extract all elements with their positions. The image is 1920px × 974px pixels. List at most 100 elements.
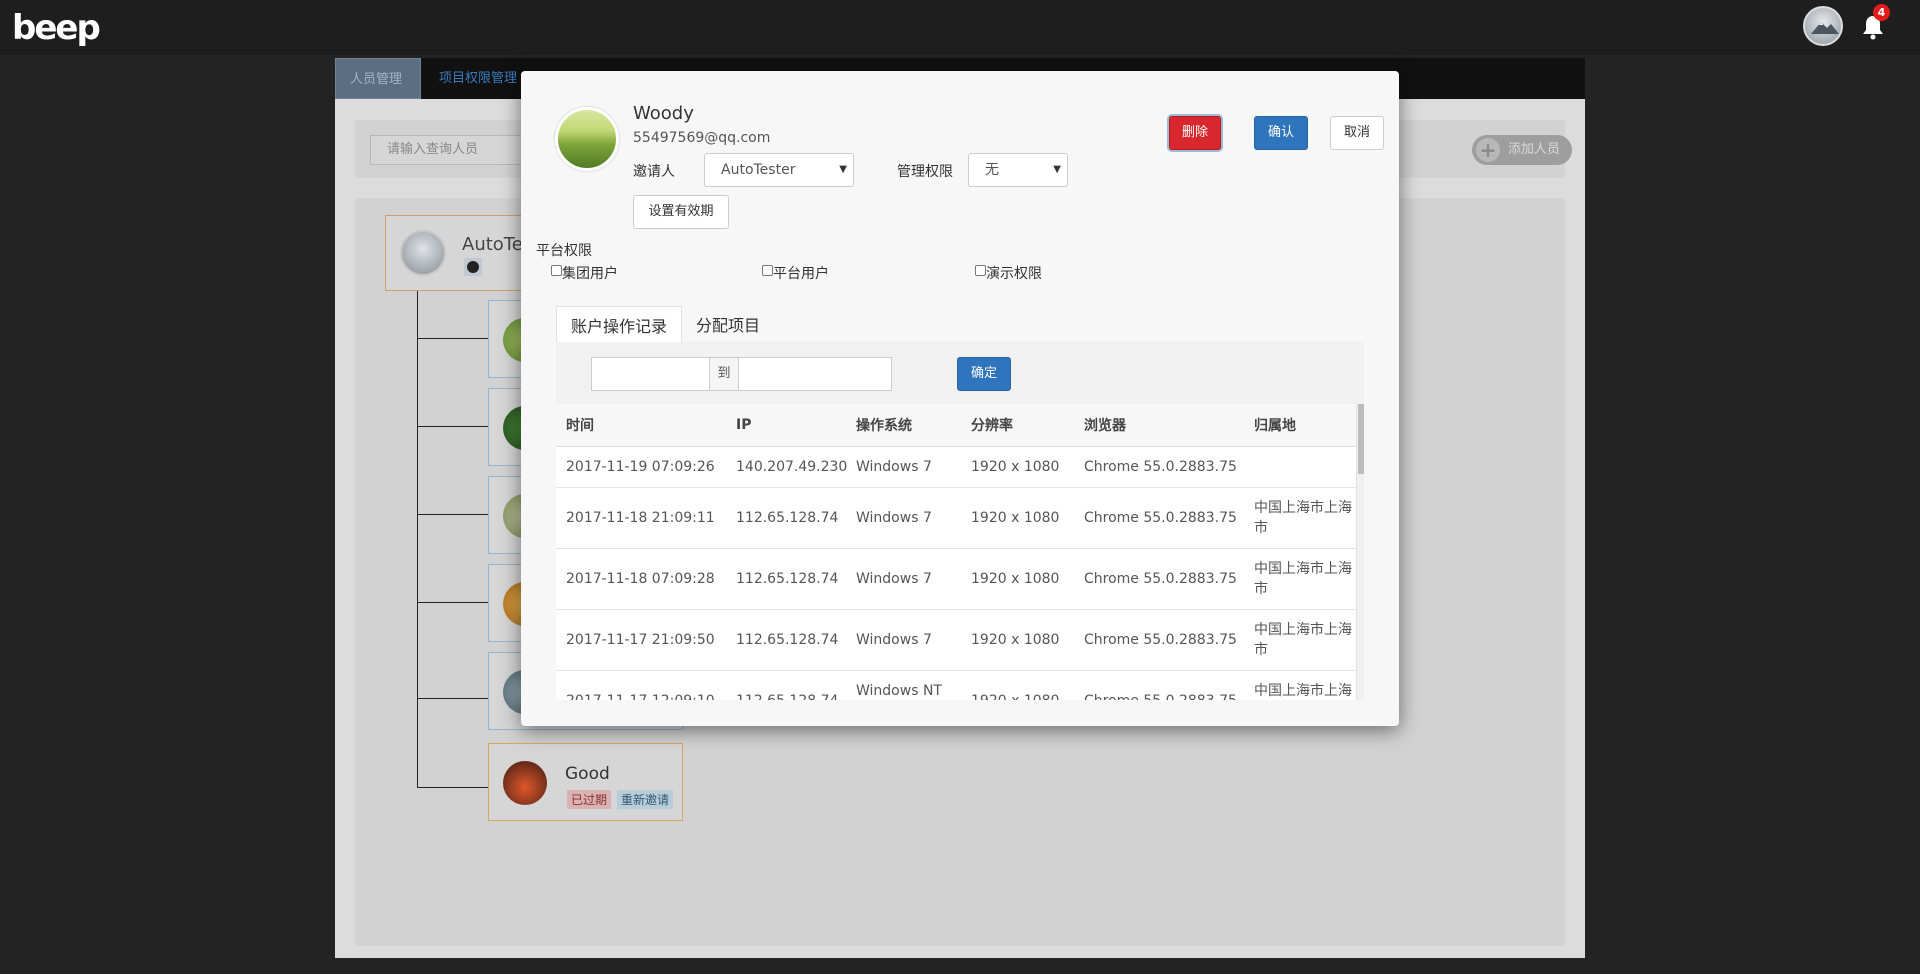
expired-badge: 已过期: [567, 790, 612, 809]
cell: 112.65.128.74: [726, 487, 846, 549]
cell: [1244, 446, 1356, 488]
cell: 中国上海市上海市: [1244, 609, 1356, 671]
tree-connector: [417, 698, 489, 699]
user-avatar-large: [555, 107, 619, 171]
cell: 112.65.128.74: [726, 609, 846, 671]
date-separator: 到: [709, 357, 739, 391]
table-row: 2017-11-18 07:09:28 112.65.128.74 Window…: [556, 548, 1356, 610]
tree-connector: [417, 602, 489, 603]
admin-perm-select[interactable]: 无 ▼: [968, 153, 1068, 187]
cell: 中国上海市上海市: [1244, 548, 1356, 610]
cell: 2017-11-18 21:09:11: [556, 487, 726, 549]
notification-badge: 4: [1873, 4, 1890, 21]
cell: 2017-11-17 21:09:50: [556, 609, 726, 671]
mountain-icon: [1811, 22, 1839, 34]
avatar: [503, 761, 547, 805]
end-date-input[interactable]: [738, 357, 892, 391]
date-confirm-button[interactable]: 确定: [957, 357, 1011, 391]
tree-connector: [417, 338, 489, 339]
inviter-value: AutoTester: [721, 162, 796, 178]
cell: 2017-11-19 07:09:26: [556, 446, 726, 488]
cell: 140.207.49.230: [726, 446, 847, 488]
add-person-button[interactable]: + 添加人员: [1472, 135, 1572, 165]
cell: Chrome 55.0.2883.75: [1074, 609, 1244, 671]
inviter-label: 邀请人: [633, 164, 675, 180]
cell: 1920 x 1080: [961, 548, 1074, 610]
tree-connector: [417, 514, 489, 515]
cell: 1920 x 1080: [961, 609, 1074, 671]
start-date-input[interactable]: [591, 357, 713, 391]
cell: Windows 7: [846, 548, 961, 610]
collapse-icon[interactable]: [464, 258, 482, 276]
col-resolution: 分辨率: [961, 404, 1074, 447]
account-log-panel: 到 确定 时间 IP 操作系统 分辨率 浏览器 归属地 2017-11-19 0…: [556, 342, 1364, 700]
cell: 112.65.128.74: [726, 548, 846, 610]
col-location: 归属地: [1244, 404, 1356, 447]
log-table: 时间 IP 操作系统 分辨率 浏览器 归属地 2017-11-19 07:09:…: [556, 404, 1364, 700]
tree-connector: [417, 291, 418, 787]
table-scrollbar[interactable]: [1356, 404, 1364, 700]
checkbox-icon[interactable]: [975, 265, 986, 276]
cell: Windows NT 10.0: [846, 670, 961, 700]
cell: Windows 7: [846, 446, 961, 488]
checkbox-label: 集团用户: [562, 266, 618, 282]
cell: Chrome 55.0.2883.75: [1074, 487, 1244, 549]
delete-button[interactable]: 删除: [1169, 116, 1221, 150]
admin-perm-label: 管理权限: [897, 164, 953, 180]
inviter-select[interactable]: AutoTester ▼: [704, 153, 854, 187]
cell: Chrome 55.0.2883.75: [1074, 670, 1244, 700]
checkbox-icon[interactable]: [762, 265, 773, 276]
reinvite-button[interactable]: 重新邀请: [617, 790, 674, 809]
add-person-label: 添加人员: [1508, 142, 1561, 157]
app-logo[interactable]: beep: [12, 8, 102, 48]
cell: 中国上海市上海市: [1244, 487, 1356, 549]
user-name: Woody: [633, 103, 694, 124]
checkbox-platform-user[interactable]: 平台用户: [762, 263, 829, 283]
user-detail-modal: Woody 55497569@qq.com 邀请人 AutoTester ▼ 管…: [521, 71, 1399, 726]
table-row: 2017-11-17 12:09:10 112.65.128.74 Window…: [556, 670, 1356, 700]
checkbox-label: 演示权限: [986, 266, 1042, 282]
tab-account-log[interactable]: 账户操作记录: [556, 306, 683, 346]
checkbox-group-user[interactable]: 集团用户: [551, 263, 618, 283]
cell: 1920 x 1080: [961, 670, 1074, 700]
dropdown-caret-icon: ▼: [1053, 164, 1061, 175]
checkbox-icon[interactable]: [551, 265, 562, 276]
col-browser: 浏览器: [1074, 404, 1244, 447]
cell: Windows 7: [846, 487, 961, 549]
tab-project-perms[interactable]: 项目权限管理: [425, 58, 531, 99]
tab-people[interactable]: 人员管理: [335, 58, 421, 99]
cell: 2017-11-17 12:09:10: [556, 670, 726, 700]
cell: 1920 x 1080: [961, 487, 1074, 549]
tree-node-good[interactable]: Good 已过期 重新邀请: [488, 743, 683, 821]
admin-perm-value: 无: [985, 162, 999, 178]
cell: 112.65.128.74: [726, 670, 846, 700]
dropdown-caret-icon: ▼: [839, 164, 847, 175]
table-row: 2017-11-19 07:09:26 140.207.49.230 Windo…: [556, 446, 1356, 488]
tab-assign-project[interactable]: 分配项目: [682, 306, 774, 346]
confirm-button[interactable]: 确认: [1254, 116, 1308, 150]
checkbox-demo-perm[interactable]: 演示权限: [975, 263, 1042, 283]
set-validity-button[interactable]: 设置有效期: [633, 195, 729, 229]
plus-icon: +: [1476, 138, 1500, 162]
col-ip: IP: [726, 404, 846, 447]
cell: 中国上海市上海市: [1244, 670, 1356, 700]
cell: Chrome 55.0.2883.75: [1074, 446, 1244, 488]
user-email: 55497569@qq.com: [633, 130, 771, 146]
col-time: 时间: [556, 404, 726, 447]
cell: 1920 x 1080: [961, 446, 1074, 488]
user-avatar[interactable]: [1803, 6, 1843, 46]
cancel-button[interactable]: 取消: [1330, 116, 1384, 150]
tree-connector: [417, 426, 489, 427]
table-row: 2017-11-17 21:09:50 112.65.128.74 Window…: [556, 609, 1356, 671]
checkbox-label: 平台用户: [773, 266, 829, 282]
tree-connector: [417, 787, 489, 788]
search-input[interactable]: 请输入查询人员: [370, 135, 530, 165]
table-row: 2017-11-18 21:09:11 112.65.128.74 Window…: [556, 487, 1356, 549]
platform-perm-title: 平台权限: [536, 243, 592, 259]
cell: 2017-11-18 07:09:28: [556, 548, 726, 610]
top-bar: beep 4: [0, 0, 1920, 55]
scrollbar-thumb[interactable]: [1358, 404, 1364, 474]
node-name: Good: [565, 764, 610, 784]
tree-root-node[interactable]: AutoTester: [385, 215, 558, 291]
table-header-row: 时间 IP 操作系统 分辨率 浏览器 归属地: [556, 404, 1356, 447]
